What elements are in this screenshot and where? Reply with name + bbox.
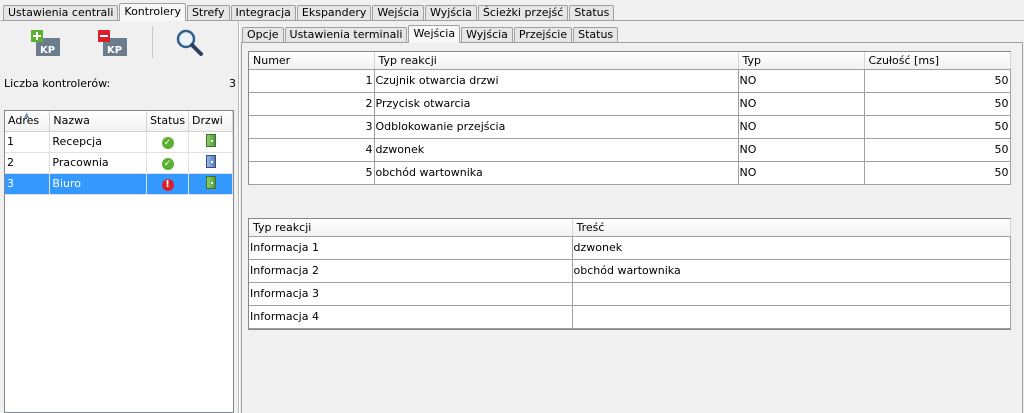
controller-address: 2 xyxy=(5,152,51,174)
add-kp-label: KP xyxy=(40,45,55,56)
controller-address: 3 xyxy=(5,173,51,195)
input-number[interactable]: 4 xyxy=(249,138,375,162)
column-header-typ-reakcji[interactable]: Typ reakcji xyxy=(374,52,739,70)
tab-kontrolery[interactable]: Kontrolery xyxy=(119,3,186,21)
input-sensitivity[interactable]: 50 xyxy=(864,92,1011,116)
controller-name: Pracownia xyxy=(49,152,148,174)
table-row[interactable]: Informacja 3 xyxy=(249,282,1011,306)
input-type[interactable]: NO xyxy=(738,138,865,162)
input-sensitivity[interactable]: 50 xyxy=(864,138,1011,162)
tab-integracja[interactable]: Integracja xyxy=(230,5,296,21)
tab-wyjscia[interactable]: Wyjścia xyxy=(425,5,477,21)
main-tab-bar: Ustawienia centrali Kontrolery Strefy In… xyxy=(3,3,615,21)
tab-ustawienia-terminali[interactable]: Ustawienia terminali xyxy=(284,27,408,43)
input-number[interactable]: 5 xyxy=(249,161,375,185)
tab-wyjscia-controller[interactable]: Wyjścia xyxy=(461,27,513,43)
column-header-typ[interactable]: Typ xyxy=(738,52,865,70)
input-reaction-type[interactable]: Odblokowanie przejścia xyxy=(374,115,739,139)
door-icon xyxy=(205,175,216,189)
info-reaction-type: Informacja 2 xyxy=(249,259,573,283)
remove-kp-icon: KP xyxy=(98,30,127,56)
info-reaction-type: Informacja 3 xyxy=(249,282,573,306)
controllers-count-label: Liczba kontrolerów: xyxy=(4,77,111,90)
search-button[interactable] xyxy=(172,28,206,58)
tab-sciezki-przejsc[interactable]: Ścieżki przejść xyxy=(477,5,569,21)
toolbar-divider xyxy=(152,26,153,58)
controller-tab-bar: Opcje Ustawienia terminali Wejścia Wyjśc… xyxy=(242,25,619,43)
add-kp-icon: KP xyxy=(31,30,60,56)
status-ok-icon: ✓ xyxy=(161,136,174,149)
tab-status[interactable]: Status xyxy=(569,5,615,21)
column-header-czulosc[interactable]: Czułość [ms] xyxy=(864,52,1011,70)
info-reaction-type: Informacja 4 xyxy=(249,305,573,329)
tab-status-controller[interactable]: Status xyxy=(573,27,619,43)
sort-ascending-icon: ▲ xyxy=(24,111,30,119)
info-reaction-type: Informacja 1 xyxy=(249,236,573,260)
column-header-status[interactable]: Status xyxy=(146,111,190,132)
input-reaction-type[interactable]: Przycisk otwarcia xyxy=(374,92,739,116)
input-reaction-type[interactable]: Czujnik otwarcia drzwi xyxy=(374,69,739,93)
tab-strefy[interactable]: Strefy xyxy=(186,5,230,21)
table-row[interactable]: 4 dzwonek NO 50 xyxy=(249,138,1011,162)
column-header-tresc[interactable]: Treść xyxy=(572,219,1011,237)
search-icon xyxy=(176,29,203,56)
table-row[interactable]: 2 Pracownia ✓ xyxy=(5,152,233,174)
info-content[interactable]: obchód wartownika xyxy=(572,259,1011,283)
column-header-drzwi[interactable]: Drzwi xyxy=(188,111,233,132)
column-header-adres[interactable]: ▲ Adres xyxy=(5,111,51,132)
door-icon xyxy=(205,133,216,147)
input-sensitivity[interactable]: 50 xyxy=(864,115,1011,139)
input-type[interactable]: NO xyxy=(738,69,865,93)
table-row[interactable]: 3 Biuro ! xyxy=(5,173,233,195)
input-type[interactable]: NO xyxy=(738,92,865,116)
table-row[interactable]: Informacja 2 obchód wartownika xyxy=(249,259,1011,283)
table-row[interactable]: Informacja 1 dzwonek xyxy=(249,236,1011,260)
pane-splitter[interactable] xyxy=(238,21,240,413)
input-reaction-type[interactable]: obchód wartownika xyxy=(374,161,739,185)
tab-ekspandery[interactable]: Ekspandery xyxy=(296,5,372,21)
inputs-table: Numer Typ reakcji Typ Czułość [ms] 1 Czu… xyxy=(248,51,1011,185)
add-controller-button[interactable]: KP xyxy=(28,28,62,58)
input-number[interactable]: 1 xyxy=(249,69,375,93)
controllers-table: ▲ Adres Nazwa Status Drzwi 1 Recepcja ✓ 2… xyxy=(4,110,234,413)
tab-przejscie[interactable]: Przejście xyxy=(513,27,573,43)
table-row[interactable]: 1 Czujnik otwarcia drzwi NO 50 xyxy=(249,69,1011,93)
tab-ustawienia-centrali[interactable]: Ustawienia centrali xyxy=(3,5,119,21)
input-sensitivity[interactable]: 50 xyxy=(864,69,1011,93)
table-row[interactable]: 1 Recepcja ✓ xyxy=(5,131,233,153)
tab-wejscia-controller[interactable]: Wejścia xyxy=(408,25,461,43)
remove-kp-label: KP xyxy=(107,45,122,56)
tab-wejscia[interactable]: Wejścia xyxy=(372,5,425,21)
tab-opcje[interactable]: Opcje xyxy=(242,27,284,43)
status-ok-icon: ✓ xyxy=(161,157,174,170)
table-row[interactable]: 3 Odblokowanie przejścia NO 50 xyxy=(249,115,1011,139)
controller-address: 1 xyxy=(5,131,51,153)
column-header-nazwa[interactable]: Nazwa xyxy=(49,111,148,132)
input-number[interactable]: 3 xyxy=(249,115,375,139)
input-type[interactable]: NO xyxy=(738,161,865,185)
remove-controller-button[interactable]: KP xyxy=(95,28,129,58)
column-header-typ-reakcji-info[interactable]: Typ reakcji xyxy=(249,219,573,237)
input-type[interactable]: NO xyxy=(738,115,865,139)
status-error-icon: ! xyxy=(161,178,174,191)
input-sensitivity[interactable]: 50 xyxy=(864,161,1011,185)
door-icon xyxy=(205,154,216,168)
table-row[interactable]: 5 obchód wartownika NO 50 xyxy=(249,161,1011,185)
controllers-count-value: 3 xyxy=(229,77,236,90)
input-reaction-type[interactable]: dzwonek xyxy=(374,138,739,162)
column-header-numer[interactable]: Numer xyxy=(249,52,375,70)
table-row[interactable]: 2 Przycisk otwarcia NO 50 xyxy=(249,92,1011,116)
controller-name: Recepcja xyxy=(49,131,148,153)
info-content[interactable]: dzwonek xyxy=(572,236,1011,260)
info-table: Typ reakcji Treść Informacja 1 dzwonek I… xyxy=(248,218,1011,330)
table-row[interactable]: Informacja 4 xyxy=(249,305,1011,329)
controller-name: Biuro xyxy=(49,173,148,195)
input-number[interactable]: 2 xyxy=(249,92,375,116)
info-content[interactable] xyxy=(572,282,1011,306)
info-content[interactable] xyxy=(572,305,1011,329)
